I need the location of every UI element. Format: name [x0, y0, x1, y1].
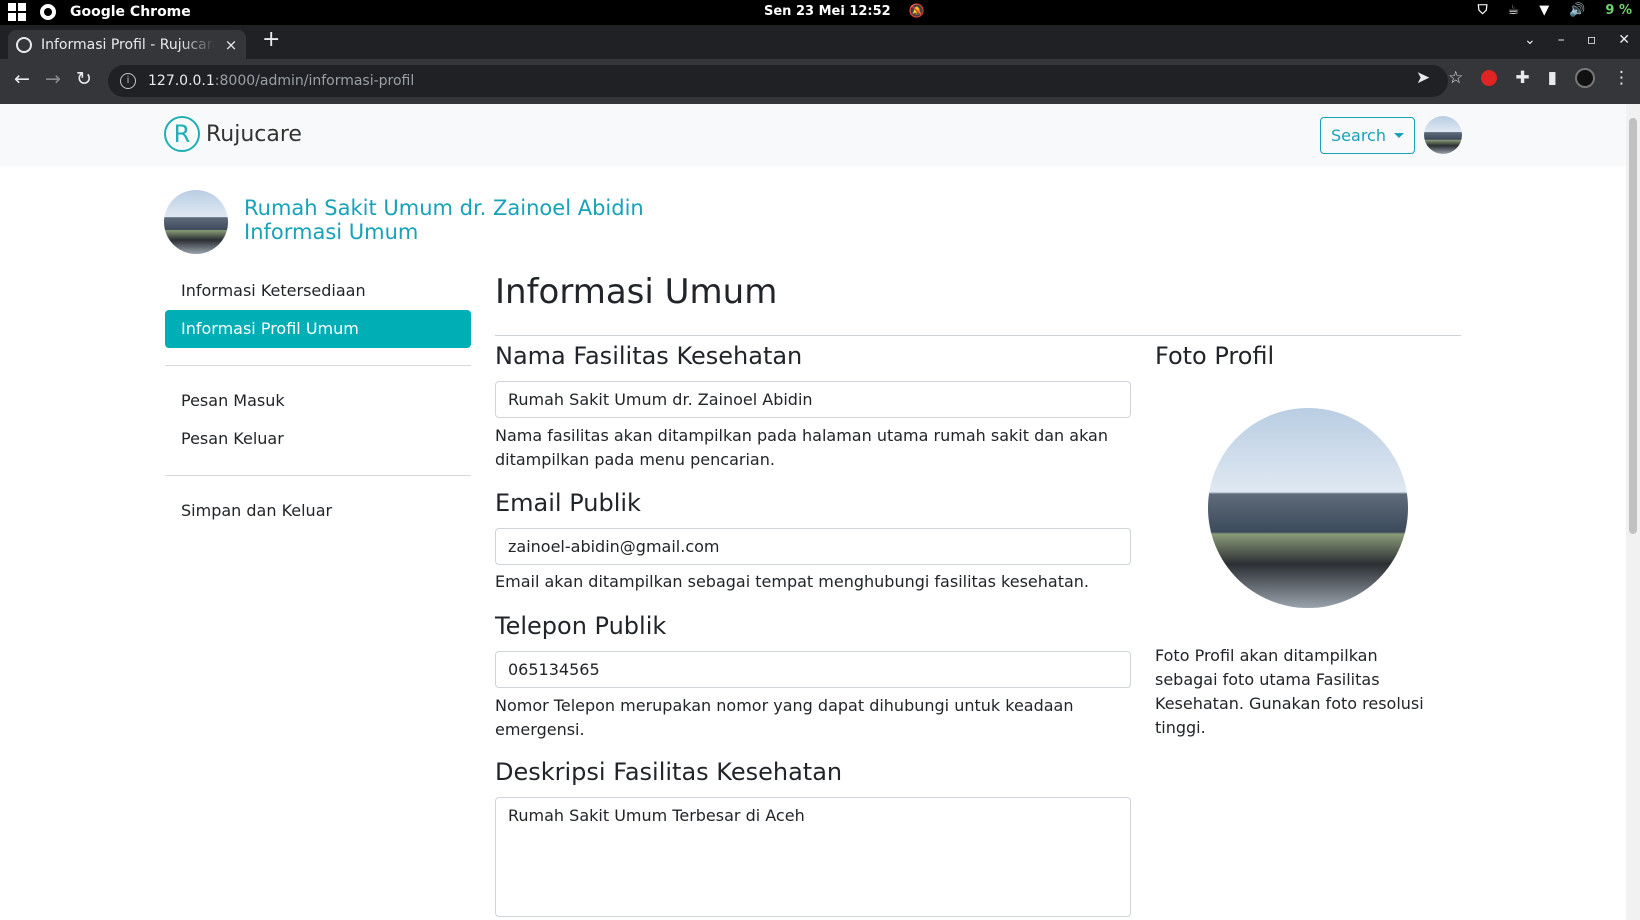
close-window-icon[interactable]: ✕	[1618, 32, 1630, 48]
rujucare-logo-icon: R	[164, 116, 200, 152]
description-label: Deskripsi Fasilitas Kesehatan	[495, 758, 843, 786]
url-host: 127.0.0.1	[148, 73, 215, 89]
browser-tab-strip: Informasi Profil - Rujucare ×	[0, 25, 1640, 59]
profile-avatar-icon[interactable]	[1575, 68, 1595, 88]
sidebar-divider	[165, 365, 471, 366]
tab-search-icon[interactable]: ⌄	[1524, 32, 1536, 48]
os-top-bar: Google Chrome Sen 23 Mei 12:52 🔕 ⛉ ☕ ▼ 🔊…	[0, 0, 1640, 25]
url-path: :8000/admin/informasi-profil	[214, 73, 415, 89]
sidebar: Informasi Ketersediaan Informasi Profil …	[165, 272, 471, 530]
maximize-icon[interactable]: ▫	[1587, 32, 1597, 48]
web-page: R Rujucare Search Rumah Sakit Umum dr. Z…	[0, 104, 1640, 920]
email-label: Email Publik	[495, 489, 641, 517]
extension-red-icon[interactable]	[1481, 70, 1498, 86]
phone-help-text: Nomor Telepon merupakan nomor yang dapat…	[495, 696, 1074, 739]
globe-icon	[16, 36, 32, 53]
name-input[interactable]: Rumah Sakit Umum dr. Zainoel Abidin	[495, 381, 1131, 418]
email-help-text: Email akan ditampilkan sebagai tempat me…	[495, 572, 1089, 591]
apps-grid-icon[interactable]	[8, 3, 26, 21]
title-divider	[495, 335, 1461, 336]
window-controls: ⌄ – ▫ ✕	[1524, 32, 1630, 48]
sidebar-divider	[165, 475, 471, 476]
search-dropdown-button[interactable]: Search	[1320, 117, 1415, 154]
reload-icon[interactable]: ↻	[72, 68, 96, 90]
photo-label: Foto Profil	[1155, 342, 1275, 370]
tab-close-icon[interactable]: ×	[224, 36, 238, 54]
browser-tab[interactable]: Informasi Profil - Rujucare ×	[8, 30, 246, 59]
wifi-icon[interactable]: ▼	[1539, 3, 1549, 18]
page-scrollbar[interactable]	[1626, 104, 1640, 920]
new-tab-button[interactable]: +	[262, 29, 280, 51]
send-icon[interactable]: ➤	[1416, 68, 1430, 88]
extensions-puzzle-icon[interactable]: ✚	[1515, 68, 1529, 88]
menu-kebab-icon[interactable]: ⋮	[1613, 68, 1630, 88]
active-app-name: Google Chrome	[70, 4, 191, 20]
address-bar[interactable]: i 127.0.0.1:8000/admin/informasi-profil	[108, 65, 1448, 97]
notifications-muted-icon[interactable]: 🔕	[909, 4, 925, 19]
caret-down-icon	[1393, 133, 1404, 138]
name-label: Nama Fasilitas Kesehatan	[495, 342, 803, 370]
scrollbar-thumb[interactable]	[1629, 118, 1637, 534]
section-subtitle: Informasi Umum	[244, 220, 419, 244]
toolbar-actions: ➤ ☆ ✚ ▮ ⋮	[1416, 68, 1630, 88]
email-input[interactable]: zainoel-abidin@gmail.com	[495, 528, 1131, 565]
page-title: Informasi Umum	[495, 272, 778, 312]
profile-photo[interactable]	[1208, 408, 1408, 608]
phone-input[interactable]: 065134565	[495, 651, 1131, 688]
phone-label: Telepon Publik	[495, 612, 667, 640]
shield-icon[interactable]: ⛉	[1478, 3, 1488, 18]
back-arrow-icon[interactable]: ←	[10, 68, 34, 90]
bookmark-star-icon[interactable]: ☆	[1448, 68, 1463, 88]
volume-icon[interactable]: 🔊	[1569, 3, 1585, 18]
chrome-icon	[40, 4, 56, 20]
brand-name: Rujucare	[206, 121, 302, 147]
forward-arrow-icon[interactable]: →	[41, 68, 65, 90]
sidebar-item-informasi-profil-umum[interactable]: Informasi Profil Umum	[165, 310, 471, 348]
sidebar-item-simpan-dan-keluar[interactable]: Simpan dan Keluar	[165, 492, 471, 530]
hospital-name: Rumah Sakit Umum dr. Zainoel Abidin	[244, 196, 644, 220]
sidebar-item-pesan-masuk[interactable]: Pesan Masuk	[165, 382, 471, 420]
main-content: Informasi Umum Nama Fasilitas Kesehatan …	[495, 272, 1461, 917]
clock[interactable]: Sen 23 Mei 12:52	[764, 4, 891, 19]
app-navbar: R Rujucare Search	[0, 104, 1626, 166]
user-avatar[interactable]	[1424, 116, 1462, 154]
description-textarea[interactable]: Rumah Sakit Umum Terbesar di Aceh	[495, 797, 1131, 917]
browser-toolbar: ← → ↻ i 127.0.0.1:8000/admin/informasi-p…	[0, 59, 1640, 104]
brand[interactable]: R Rujucare	[164, 116, 302, 152]
side-panel-icon[interactable]: ▮	[1548, 68, 1557, 88]
sidebar-item-pesan-keluar[interactable]: Pesan Keluar	[165, 420, 471, 458]
minimize-icon[interactable]: –	[1558, 32, 1565, 48]
name-help-text: Nama fasilitas akan ditampilkan pada hal…	[495, 426, 1108, 469]
hospital-avatar	[164, 190, 228, 254]
site-info-icon[interactable]: i	[120, 73, 136, 89]
tab-title: Informasi Profil - Rujucare	[41, 36, 215, 53]
search-label: Search	[1331, 126, 1386, 145]
photo-help-text: Foto Profil akan ditampilkan sebagai fot…	[1155, 646, 1424, 737]
sidebar-item-informasi-ketersediaan[interactable]: Informasi Ketersediaan	[165, 272, 471, 310]
battery-indicator[interactable]: 9 %	[1605, 3, 1632, 18]
coffee-icon[interactable]: ☕	[1508, 3, 1520, 18]
